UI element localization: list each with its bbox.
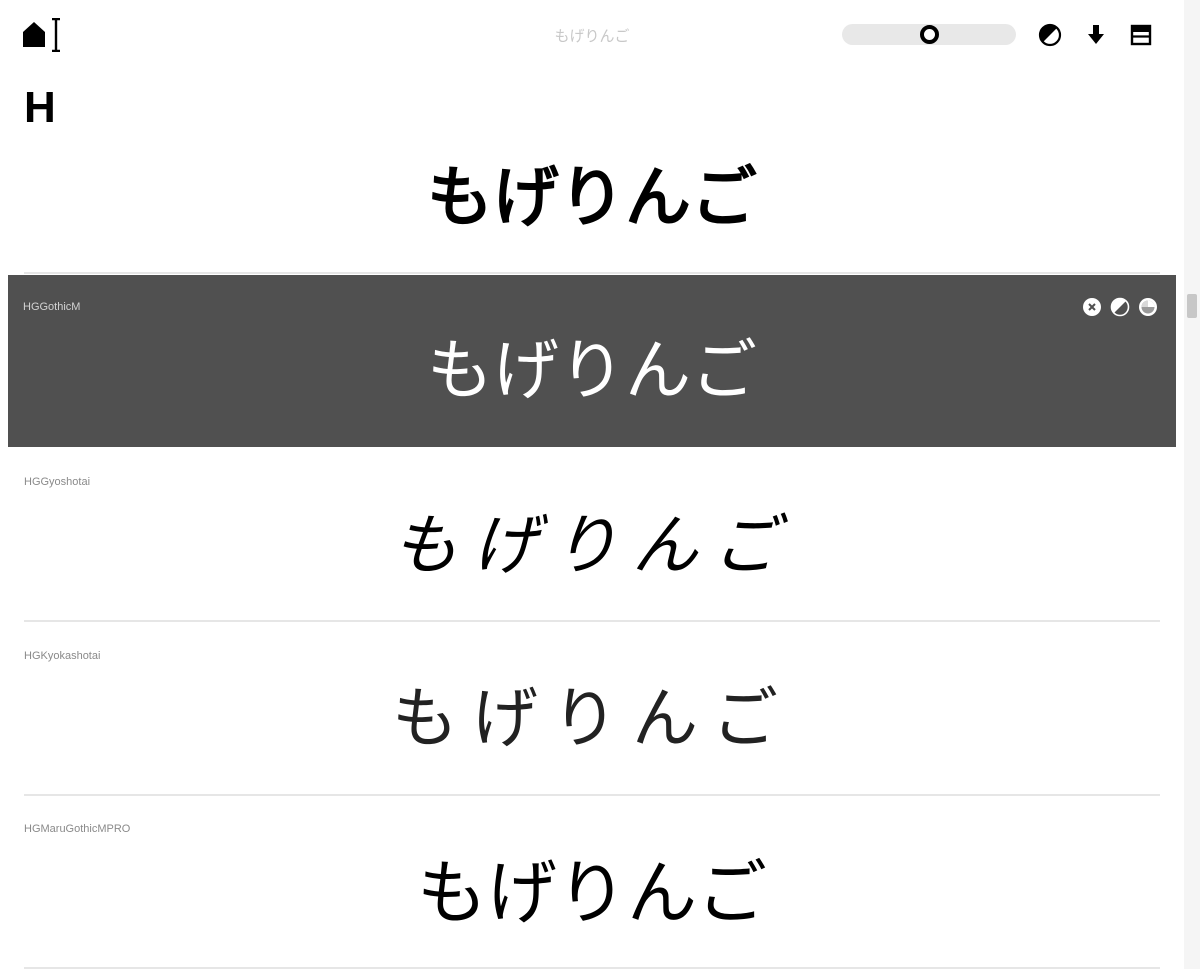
font-sample-text: もげりんご — [417, 854, 767, 932]
font-card[interactable]: HGMaruGothicMPRO もげりんご — [24, 797, 1160, 969]
color-wheel-icon[interactable] — [1138, 297, 1158, 317]
font-name-label: HGGyoshotai — [24, 476, 91, 488]
vertical-scrollbar[interactable] — [1184, 0, 1200, 969]
scrollbar-thumb[interactable] — [1187, 294, 1197, 318]
layout-panel-icon[interactable] — [1128, 22, 1154, 48]
font-card[interactable]: もげりんご — [24, 102, 1160, 274]
font-name-label: HGMaruGothicMPRO — [24, 823, 131, 835]
font-card[interactable]: HGKyokashotai もげりんご — [24, 624, 1160, 796]
font-card[interactable]: HGGyoshotai もげりんご — [24, 450, 1160, 622]
font-sample-text: もげりんご — [392, 507, 792, 584]
app-header: もげりんご — [0, 0, 1184, 70]
slider-knob[interactable] — [920, 25, 939, 44]
font-sample-text: もげりんご — [427, 159, 757, 236]
size-slider[interactable] — [842, 24, 1016, 45]
font-card-active[interactable]: HGGothicM もげりんご — [8, 275, 1176, 447]
contrast-toggle-icon[interactable] — [1110, 297, 1130, 317]
font-name-label: HGGothicM — [23, 301, 81, 313]
close-icon[interactable] — [1082, 297, 1102, 317]
font-sample-text: もげりんご — [392, 683, 792, 756]
card-tools — [1082, 297, 1162, 319]
download-arrow-icon[interactable] — [1083, 22, 1109, 48]
contrast-icon[interactable] — [1037, 22, 1063, 48]
font-sample-text: もげりんご — [427, 332, 757, 409]
font-name-label: HGKyokashotai — [24, 650, 101, 662]
